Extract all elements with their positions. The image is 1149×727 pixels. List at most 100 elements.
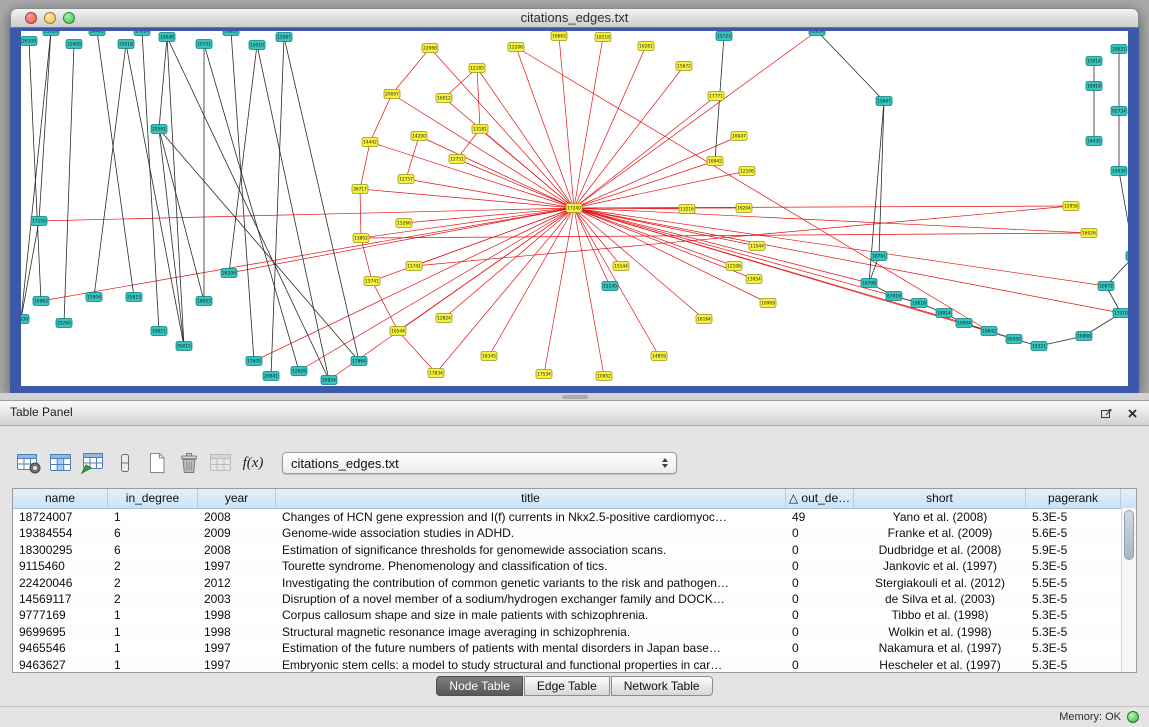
graph-node[interactable]: 16798 — [861, 279, 877, 288]
table-cell[interactable]: 2009 — [198, 525, 276, 541]
graph-node[interactable]: 10672 — [1098, 282, 1114, 291]
column-header[interactable]: short — [854, 489, 1026, 508]
table-cell[interactable]: Tourette syndrome. Phenomenology and cla… — [276, 558, 786, 574]
graph-node[interactable]: 16544 — [390, 327, 406, 336]
graph-node[interactable]: 20941 — [263, 372, 279, 381]
table-cell[interactable]: Estimation of the future numbers of pati… — [276, 640, 786, 656]
graph-node[interactable]: 15647 — [876, 97, 892, 106]
table-cell[interactable]: 0 — [786, 558, 854, 574]
table-cell[interactable]: Genome-wide association studies in ADHD. — [276, 525, 786, 541]
zoom-window-button[interactable] — [63, 12, 75, 24]
table-cell[interactable]: 1 — [108, 509, 198, 525]
panel-splitter[interactable] — [0, 393, 1149, 400]
table-cell[interactable]: 0 — [786, 525, 854, 541]
citation-edge[interactable] — [1119, 171, 1128, 256]
citation-edge[interactable] — [41, 208, 574, 301]
table-cell[interactable]: 5.3E-5 — [1026, 591, 1121, 607]
citation-edge[interactable] — [574, 206, 1071, 208]
graph-node[interactable]: 16026 — [1081, 229, 1097, 238]
table-cell[interactable]: Stergiakouli et al. (2012) — [854, 575, 1026, 591]
citation-edge[interactable] — [229, 208, 574, 273]
new-file-icon[interactable] — [142, 447, 172, 479]
citation-edge[interactable] — [574, 31, 817, 208]
citation-edge[interactable] — [574, 37, 603, 208]
graph-node[interactable]: 16204 — [736, 204, 752, 213]
citation-edge[interactable] — [21, 31, 51, 319]
citation-edge[interactable] — [574, 208, 1014, 339]
table-cell[interactable]: 22420046 — [13, 575, 108, 591]
table-cell[interactable]: 9115460 — [13, 558, 108, 574]
graph-node[interactable]: 15959 — [43, 31, 59, 36]
delete-table-icon[interactable] — [174, 447, 204, 479]
import-table-icon[interactable] — [78, 447, 108, 479]
graph-node[interactable]: 16261 — [638, 42, 654, 51]
graph-node[interactable]: 12108 — [726, 262, 742, 271]
graph-node[interactable]: 92734 — [1111, 107, 1127, 116]
column-header[interactable]: year — [198, 489, 276, 508]
graph-node[interactable]: 18053 — [196, 297, 212, 306]
table-cell[interactable]: Dudbridge et al. (2008) — [854, 542, 1026, 558]
graph-node[interactable]: 12751 — [449, 155, 465, 164]
citation-edge[interactable] — [392, 94, 574, 208]
graph-node[interactable]: 19519 — [249, 41, 265, 50]
graph-node[interactable]: 81830 — [809, 31, 825, 36]
table-cell[interactable]: 0 — [786, 640, 854, 656]
graph-node[interactable]: 22409 — [66, 40, 82, 49]
table-row[interactable]: 2242004622012Investigating the contribut… — [13, 575, 1136, 591]
function-builder-icon[interactable]: f(x) — [238, 447, 268, 479]
table-cell[interactable]: 6 — [108, 542, 198, 558]
citation-edge[interactable] — [419, 136, 574, 208]
citation-edge[interactable] — [159, 37, 167, 129]
table-cell[interactable]: 2 — [108, 575, 198, 591]
graph-node[interactable]: 20561 — [151, 125, 167, 134]
graph-node[interactable]: 15087 — [276, 33, 292, 42]
citation-edge[interactable] — [457, 159, 574, 208]
graph-node[interactable]: 18914 — [936, 309, 952, 318]
graph-node[interactable]: 17534 — [536, 370, 552, 379]
table-cell[interactable]: 2 — [108, 558, 198, 574]
table-row[interactable]: 911546021997Tourette syndrome. Phenomeno… — [13, 558, 1136, 574]
citation-edge[interactable] — [574, 161, 715, 208]
graph-node[interactable]: 20854 — [321, 376, 337, 385]
graph-node[interactable]: 17240 — [566, 204, 582, 213]
table-cell[interactable]: 2008 — [198, 509, 276, 525]
table-cell[interactable]: 1 — [108, 607, 198, 623]
table-cell[interactable]: 9777169 — [13, 607, 108, 623]
citation-edge[interactable] — [254, 208, 574, 361]
table-cell[interactable]: Wolkin et al. (1998) — [854, 624, 1026, 640]
graph-node[interactable]: 12185 — [469, 64, 485, 73]
graph-node[interactable]: 15958 — [1063, 202, 1079, 211]
table-selector-dropdown[interactable]: citations_edges.txt — [282, 452, 677, 474]
citation-edge[interactable] — [29, 41, 41, 301]
graph-node[interactable]: 16663 — [551, 32, 567, 41]
graph-node[interactable]: 17159 — [31, 217, 47, 226]
graph-node[interactable]: 11544 — [749, 242, 765, 251]
table-cell[interactable]: 0 — [786, 542, 854, 558]
citation-edge[interactable] — [559, 36, 574, 208]
citation-edge[interactable] — [574, 46, 646, 208]
graph-node[interactable]: 15145 — [602, 282, 618, 291]
table-cell[interactable]: 1997 — [198, 657, 276, 673]
tab-node-table[interactable]: Node Table — [436, 676, 523, 696]
graph-node[interactable]: 17510 — [1113, 309, 1128, 318]
graph-node[interactable]: 12629 — [291, 367, 307, 376]
table-cell[interactable]: 1 — [108, 657, 198, 673]
graph-node[interactable]: 15672 — [676, 62, 692, 71]
citation-edge[interactable] — [142, 31, 159, 331]
table-cell[interactable]: 1998 — [198, 607, 276, 623]
column-mode-icon[interactable] — [110, 447, 140, 479]
table-scrollbar[interactable] — [1121, 508, 1136, 672]
graph-node[interactable]: 13802 — [353, 234, 369, 243]
graph-node[interactable]: 36717 — [352, 185, 368, 194]
table-cell[interactable]: 9465546 — [13, 640, 108, 656]
graph-node[interactable]: 14200 — [411, 132, 427, 141]
table-cell[interactable]: Tibbo et al. (1998) — [854, 607, 1026, 623]
citation-edge[interactable] — [167, 37, 329, 380]
table-cell[interactable]: 5.5E-5 — [1026, 575, 1121, 591]
table-cell[interactable]: 5.3E-5 — [1026, 607, 1121, 623]
citation-edge[interactable] — [370, 94, 392, 142]
table-cell[interactable]: Hescheler et al. (1997) — [854, 657, 1026, 673]
table-cell[interactable]: Structural magnetic resonance image aver… — [276, 624, 786, 640]
graph-node[interactable]: 10969 — [760, 299, 776, 308]
select-columns-icon[interactable] — [46, 447, 76, 479]
